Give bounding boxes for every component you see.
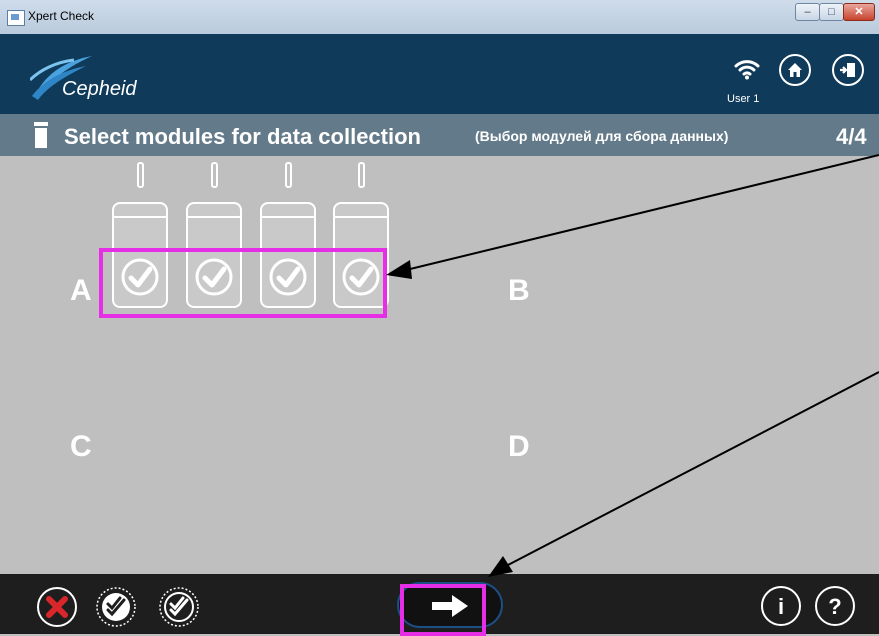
close-window-button[interactable]: ✕ <box>843 3 875 21</box>
deselect-all-button[interactable] <box>158 586 200 628</box>
home-button[interactable] <box>779 54 811 86</box>
home-icon <box>788 63 802 77</box>
logo-text: Cepheid <box>62 78 137 100</box>
info-icon: i <box>777 594 785 619</box>
footer-toolbar: i ? <box>0 574 879 636</box>
module-2-tab <box>211 162 218 188</box>
wifi-icon <box>734 60 760 80</box>
select-all-button[interactable] <box>95 586 137 628</box>
quadrant-label-d: D <box>508 430 530 463</box>
step-indicator: 4/4 <box>836 124 867 149</box>
window-titlebar: Xpert Check – □ ✕ <box>0 0 879 35</box>
exit-icon <box>840 63 855 77</box>
user-label: User 1 <box>727 93 760 105</box>
help-icon: ? <box>828 594 842 619</box>
cancel-button[interactable] <box>36 586 78 628</box>
module-highlight-box <box>99 248 387 318</box>
exit-button[interactable] <box>832 54 864 86</box>
page-subtitle: (Выбор модулей для сбора данных) <box>475 128 729 144</box>
cartridge-icon <box>34 122 48 148</box>
info-button[interactable]: i <box>761 586 801 626</box>
cancel-icon <box>37 587 77 627</box>
module-4-tab <box>358 162 365 188</box>
page-title: Select modules for data collection <box>64 124 421 149</box>
window-title: Xpert Check <box>28 9 95 23</box>
maximize-button[interactable]: □ <box>819 3 844 21</box>
app-header: Cepheid User 1 <box>0 34 879 114</box>
module-3-tab <box>285 162 292 188</box>
quadrant-label-a: A <box>70 274 92 307</box>
select-all-icon <box>96 587 136 627</box>
minimize-button[interactable]: – <box>795 3 820 21</box>
help-button[interactable]: ? <box>815 586 855 626</box>
quadrant-label-c: C <box>70 430 92 463</box>
module-selection-area: A B C D <box>0 156 879 574</box>
page-subheader: Select modules for data collection (Выбо… <box>0 114 879 156</box>
app-icon <box>7 10 25 26</box>
deselect-all-icon <box>159 587 199 627</box>
next-highlight-box <box>400 584 486 636</box>
quadrant-label-b: B <box>508 274 530 307</box>
module-1-tab <box>137 162 144 188</box>
